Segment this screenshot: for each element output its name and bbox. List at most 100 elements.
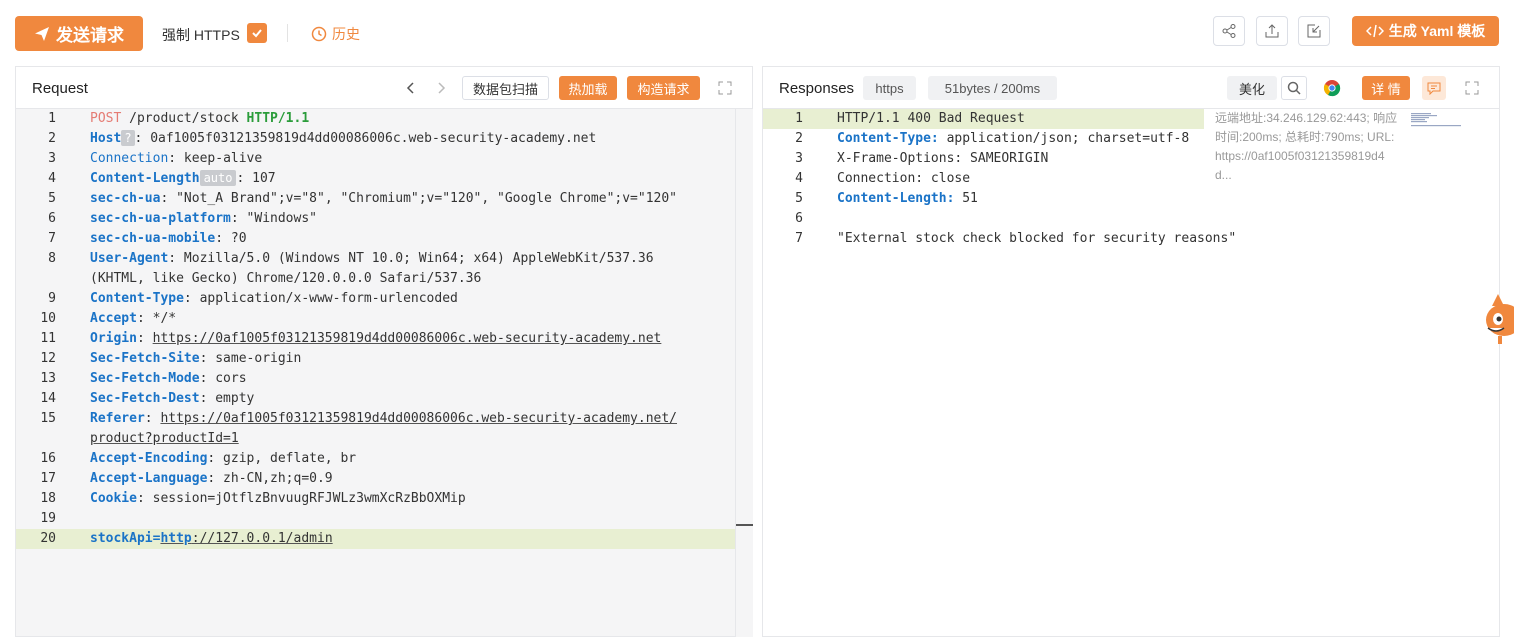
header-key: User-Agent bbox=[90, 251, 169, 266]
line-number: 4 bbox=[48, 171, 56, 186]
history-button[interactable]: 历史 bbox=[311, 24, 360, 44]
header-value: : keep-alive bbox=[168, 151, 263, 166]
response-line-7: 7 "External stock check blocked for secu… bbox=[763, 229, 1499, 249]
expand-icon[interactable] bbox=[718, 81, 732, 95]
header-key: Origin bbox=[90, 331, 137, 346]
mascot-icon[interactable] bbox=[1478, 292, 1514, 346]
history-label: 历史 bbox=[332, 26, 360, 42]
auto-length-badge[interactable]: auto bbox=[199, 170, 237, 186]
request-line-8-wrap: (KHTML, like Gecko) Chrome/120.0.0.0 Saf… bbox=[16, 269, 752, 289]
request-line-11: 11 Origin: https://0af1005f03121359819d4… bbox=[16, 329, 752, 349]
header-text: X-Frame-Options: SAMEORIGIN bbox=[837, 151, 1049, 166]
request-line-15: 15 Referer: https://0af1005f03121359819d… bbox=[16, 409, 752, 429]
line-number: 13 bbox=[40, 371, 56, 386]
request-line-5: 5 sec-ch-ua: "Not_A Brand";v="8", "Chrom… bbox=[16, 189, 752, 209]
packet-scan-button[interactable]: 数据包扫描 bbox=[462, 76, 549, 100]
request-line-19: 19 bbox=[16, 509, 752, 529]
line-number: 8 bbox=[48, 251, 56, 266]
response-editor[interactable]: 1 HTTP/1.1 400 Bad Request 2 Content-Typ… bbox=[763, 109, 1499, 636]
generate-yaml-button[interactable]: 生成 Yaml 模板 bbox=[1352, 16, 1499, 46]
request-line-16: 16 Accept-Encoding: gzip, deflate, br bbox=[16, 449, 752, 469]
body-link-rest[interactable]: ://127.0.0.1/admin bbox=[192, 531, 333, 546]
expand-icon[interactable] bbox=[1465, 81, 1479, 95]
request-editor[interactable]: 1 POST /product/stock HTTP/1.1 2 Host?: … bbox=[16, 109, 753, 637]
referer-link[interactable]: https://0af1005f03121359819d4dd00086006c… bbox=[160, 411, 677, 426]
details-button[interactable]: 详 情 bbox=[1362, 76, 1410, 100]
app-window: 发送请求 强制 HTTPS 历史 生成 Yaml 模板 Request 数据包扫… bbox=[0, 0, 1514, 637]
response-title: Responses bbox=[779, 80, 855, 97]
header-key: Content-Type: bbox=[837, 131, 939, 146]
line-number: 10 bbox=[40, 311, 56, 326]
force-https-checkbox[interactable] bbox=[247, 23, 267, 43]
line-number: 20 bbox=[40, 531, 56, 546]
body-link-scheme[interactable]: http bbox=[160, 531, 191, 546]
response-line-6: 6 bbox=[763, 209, 1499, 229]
header-key: Content-Length bbox=[90, 171, 200, 186]
request-scrollbar[interactable] bbox=[735, 109, 753, 637]
request-title: Request bbox=[32, 80, 88, 97]
toolbar-divider bbox=[287, 24, 288, 42]
header-value: : ?0 bbox=[215, 231, 247, 246]
share-button[interactable] bbox=[1213, 16, 1245, 46]
header-key: sec-ch-ua-platform bbox=[90, 211, 231, 226]
minimap[interactable] bbox=[1411, 113, 1461, 127]
request-line-10: 10 Accept: */* bbox=[16, 309, 752, 329]
export-icon bbox=[1265, 24, 1279, 38]
response-body: "External stock check blocked for securi… bbox=[837, 231, 1237, 246]
line-number: 16 bbox=[40, 451, 56, 466]
checkmark-icon bbox=[252, 29, 262, 38]
header-key: Accept-Encoding bbox=[90, 451, 208, 466]
send-request-label: 发送请求 bbox=[56, 26, 124, 45]
line-number: 5 bbox=[48, 191, 56, 206]
request-line-15-wrap: product?productId=1 bbox=[16, 429, 752, 449]
host-help-badge[interactable]: ? bbox=[121, 130, 135, 146]
generate-yaml-label: 生成 Yaml 模板 bbox=[1388, 23, 1486, 39]
header-value: : Mozilla/5.0 (Windows NT 10.0; Win64; x… bbox=[168, 251, 654, 266]
construct-request-button[interactable]: 构造请求 bbox=[627, 76, 700, 100]
header-key: Sec-Fetch-Mode bbox=[90, 371, 200, 386]
line-number: 3 bbox=[48, 151, 56, 166]
header-key: Referer bbox=[90, 411, 145, 426]
origin-link[interactable]: https://0af1005f03121359819d4dd00086006c… bbox=[153, 331, 662, 346]
chevron-right-icon[interactable] bbox=[434, 81, 448, 95]
header-key: Accept-Language bbox=[90, 471, 208, 486]
request-line-18: 18 Cookie: session=jOtflzBnvuugRFJWLz3wm… bbox=[16, 489, 752, 509]
comment-icon bbox=[1427, 82, 1441, 95]
send-request-button[interactable]: 发送请求 bbox=[15, 16, 143, 51]
line-number: 1 bbox=[48, 111, 56, 126]
request-line-3: 3 Connection: keep-alive bbox=[16, 149, 752, 169]
referer-link-continued[interactable]: product?productId=1 bbox=[90, 429, 239, 449]
header-value: : application/x-www-form-urlencoded bbox=[183, 291, 458, 306]
comment-button[interactable] bbox=[1422, 76, 1446, 100]
chevron-left-icon[interactable] bbox=[404, 81, 418, 95]
hot-load-button[interactable]: 热加载 bbox=[559, 76, 617, 100]
line-number: 1 bbox=[795, 111, 803, 126]
share-icon bbox=[1222, 24, 1236, 38]
search-icon bbox=[1287, 81, 1301, 95]
line-number: 9 bbox=[48, 291, 56, 306]
header-value: : same-origin bbox=[199, 351, 302, 366]
request-line-4: 4 Content-Length auto: 107 bbox=[16, 169, 752, 189]
line-number: 6 bbox=[48, 211, 56, 226]
scheme-badge: https bbox=[863, 76, 916, 100]
chrome-icon[interactable] bbox=[1323, 79, 1341, 97]
header-key: Content-Length: bbox=[837, 191, 955, 206]
send-icon bbox=[35, 26, 49, 41]
request-line-1: 1 POST /product/stock HTTP/1.1 bbox=[16, 109, 752, 129]
line-number: 11 bbox=[40, 331, 56, 346]
request-line-13: 13 Sec-Fetch-Mode: cors bbox=[16, 369, 752, 389]
import-button[interactable] bbox=[1298, 16, 1330, 46]
meta-line: d... bbox=[1215, 168, 1232, 182]
import-icon bbox=[1307, 24, 1321, 38]
top-toolbar: 发送请求 强制 HTTPS 历史 生成 Yaml 模板 bbox=[0, 0, 1514, 66]
request-line-20: 20 stockApi=http://127.0.0.1/admin bbox=[16, 529, 751, 549]
request-line-8: 8 User-Agent: Mozilla/5.0 (Windows NT 10… bbox=[16, 249, 752, 269]
beautify-button[interactable]: 美化 bbox=[1227, 76, 1277, 100]
export-button[interactable] bbox=[1256, 16, 1288, 46]
line-number: 7 bbox=[48, 231, 56, 246]
meta-line: 远端地址:34.246.129.62:443; 响应 bbox=[1215, 111, 1398, 125]
request-line-17: 17 Accept-Language: zh-CN,zh;q=0.9 bbox=[16, 469, 752, 489]
search-button[interactable] bbox=[1281, 76, 1307, 100]
response-line-5: 5 Content-Length: 51 bbox=[763, 189, 1499, 209]
body-key: stockApi= bbox=[90, 531, 161, 546]
